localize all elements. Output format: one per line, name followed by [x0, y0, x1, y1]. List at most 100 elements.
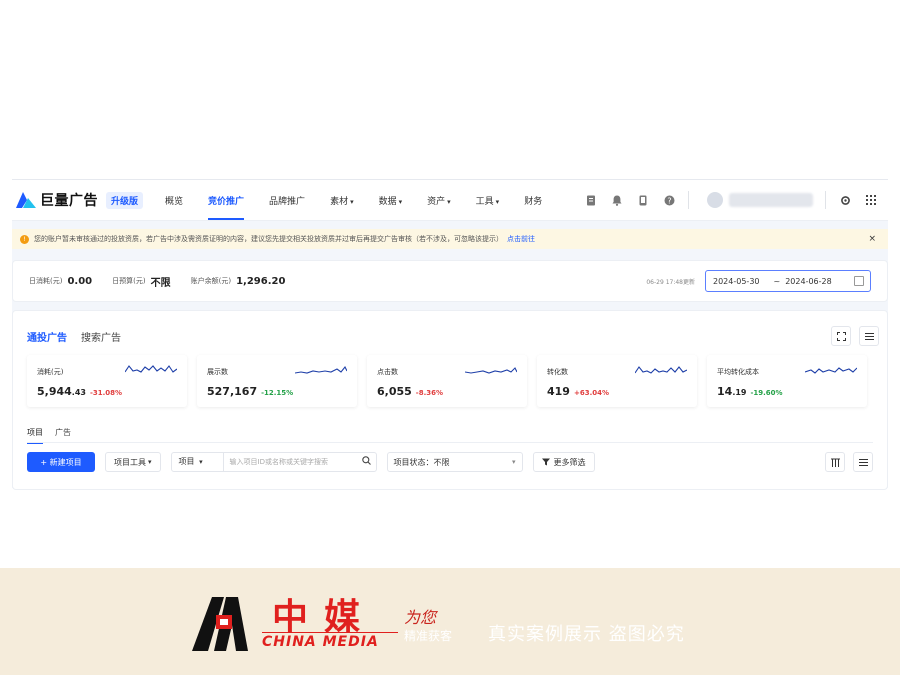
metric-value-decimal: .19 — [732, 388, 747, 397]
brand-name: 巨量广告 — [40, 193, 98, 209]
metric-card-spend[interactable]: 消耗(元) 5,944.43 -31.08% — [27, 355, 187, 407]
logo-icon — [16, 192, 36, 208]
metric-cards: 消耗(元) 5,944.43 -31.08% 展示数 527,167 -12.15%… — [27, 355, 877, 407]
balance-value: 1,296.20 — [236, 275, 286, 287]
metric-card-conversions[interactable]: 转化数 419 +63.04% — [537, 355, 697, 407]
nav-label: 工具 — [475, 196, 494, 207]
metric-settings-icon[interactable] — [859, 326, 879, 346]
search-icon[interactable] — [361, 456, 376, 468]
metric-card-clicks[interactable]: 点击数 6,055 -8.36% — [367, 355, 527, 407]
close-icon[interactable]: × — [868, 234, 876, 244]
select-value: 项目 — [178, 457, 195, 466]
metric-label: 消耗(元) — [37, 368, 64, 376]
watermark-banner: 中媒 CHINA MEDIA 为您 精准获客 真实案例展示 盗图必究 — [0, 568, 900, 675]
ad-platform-window: 巨量广告 升级版 概览 竞价推广 品牌推广 素材 ▾ 数据 ▾ 资产 ▾ 工具 ▾ 财务… — [12, 179, 888, 490]
date-separator: ~ — [773, 276, 781, 286]
notice-link[interactable]: 点击前往 — [507, 234, 535, 244]
nav-bidding-promotion[interactable]: 竞价推广 — [208, 194, 245, 220]
date-end: 2024-06-28 — [785, 276, 832, 286]
sparkline — [125, 365, 177, 373]
nav-materials[interactable]: 素材 ▾ — [330, 194, 354, 207]
account-summary-bar: 日消耗(元) 0.00 日预算(元) 不限 账户余额(元) 1,296.20 06-2… — [12, 260, 888, 302]
nav-assets[interactable]: 资产 ▾ — [427, 194, 451, 207]
metric-value: 527,167 -12.15% — [207, 385, 293, 398]
brand-logo[interactable]: 巨量广告 升级版 — [16, 190, 144, 210]
metric-value: 6,055 -8.36% — [377, 385, 443, 398]
metric-value-decimal: .43 — [71, 388, 86, 397]
metric-change: +63.04% — [573, 389, 609, 397]
watermark-tagline: 真实案例展示 盗图必究 — [488, 624, 685, 645]
divider — [27, 442, 873, 443]
warning-icon: ! — [20, 234, 29, 244]
chevron-down-icon: ▾ — [199, 458, 203, 466]
caret-down-icon: ▾ — [495, 197, 500, 206]
nav-label: 竞价推广 — [208, 196, 245, 207]
metric-value: 419 +63.04% — [547, 385, 609, 398]
nav-label: 素材 — [330, 196, 349, 207]
metric-card-impressions[interactable]: 展示数 527,167 -12.15% — [197, 355, 357, 407]
metric-value-main: 419 — [547, 385, 570, 398]
tab-search-ads[interactable]: 搜索广告 — [81, 329, 121, 344]
nav-label: 数据 — [378, 196, 397, 207]
settings-icon[interactable] — [838, 193, 852, 207]
watermark-en: CHINA MEDIA — [262, 634, 379, 650]
chevron-down-icon: ▾ — [512, 458, 516, 466]
grid-icon[interactable] — [864, 193, 878, 207]
caret-down-icon: ▾ — [398, 197, 403, 206]
metric-change: -31.08% — [89, 389, 123, 397]
balance-label: 账户余额(元) — [190, 277, 232, 285]
nav-label: 资产 — [427, 196, 446, 207]
metric-value-main: 5,944 — [37, 385, 72, 398]
sparkline — [805, 367, 857, 374]
nav-tools[interactable]: 工具 ▾ — [476, 194, 500, 207]
nav-brand-promotion[interactable]: 品牌推广 — [269, 194, 305, 207]
date-start: 2024-05-30 — [713, 276, 760, 286]
search-input[interactable]: 输入项目ID或名称或关键字搜索 — [224, 457, 362, 467]
columns-icon[interactable] — [825, 452, 845, 472]
project-tools-dropdown[interactable]: 项目工具 ▾ — [105, 452, 161, 472]
filter-icon — [541, 458, 550, 466]
divider — [688, 191, 689, 209]
metric-change: -19.60% — [750, 389, 783, 397]
avatar[interactable] — [707, 192, 723, 208]
nav-data[interactable]: 数据 ▾ — [379, 194, 403, 207]
list-settings-icon[interactable] — [853, 452, 873, 472]
help-icon[interactable]: ? — [662, 193, 676, 207]
project-toolbar: + 新建项目 项目工具 ▾ 项目 ▾ 输入项目ID或名称或关键字搜索 项目状态： … — [27, 452, 873, 472]
metric-label: 转化数 — [547, 368, 568, 376]
nav-label: 品牌推广 — [269, 196, 306, 207]
sparkline — [635, 366, 687, 374]
daily-budget-value[interactable]: 不限 — [151, 274, 171, 289]
filter-value: 不限 — [433, 457, 450, 467]
sparkline — [465, 367, 517, 374]
caret-down-icon: ▾ — [350, 197, 354, 206]
nav-finance[interactable]: 财务 — [524, 194, 542, 207]
button-label: 更多筛选 — [553, 457, 586, 467]
date-range-picker[interactable]: 2024-05-30 ~ 2024-06-28 — [705, 270, 871, 292]
search-scope-select[interactable]: 项目 ▾ — [172, 453, 224, 471]
project-status-filter[interactable]: 项目状态： 不限 ▾ — [386, 452, 523, 472]
nav-label: 概览 — [165, 196, 184, 207]
dropdown-label: 项目工具 — [114, 457, 146, 467]
metric-card-avg-cost[interactable]: 平均转化成本 14.19 -19.60% — [707, 355, 867, 407]
qualification-notice: ! 您的账户暂未审核通过的投放资质，若广告中涉及需资质证明的内容，建议您先提交相… — [12, 229, 888, 249]
metric-change: -8.36% — [415, 389, 443, 397]
username-redacted[interactable] — [729, 193, 813, 207]
calendar-icon — [854, 276, 864, 286]
daily-spend-label: 日消耗(元) — [29, 277, 63, 285]
divider — [262, 632, 398, 633]
metric-label: 点击数 — [377, 368, 398, 376]
more-filters-button[interactable]: 更多筛选 — [532, 452, 595, 472]
phone-icon[interactable] — [636, 193, 650, 207]
new-project-button[interactable]: + 新建项目 — [27, 452, 95, 472]
watermark-slogan-2: 精准获客 — [404, 629, 453, 643]
tab-general-ads[interactable]: 通投广告 — [27, 329, 67, 344]
bell-icon[interactable] — [610, 193, 624, 207]
notice-text: 您的账户暂未审核通过的投放资质，若广告中涉及需资质证明的内容，建议您先提交相关投… — [34, 235, 503, 243]
metric-label: 平均转化成本 — [717, 368, 759, 376]
upgrade-badge[interactable]: 升级版 — [106, 191, 144, 209]
nav-label: 财务 — [524, 196, 543, 207]
document-icon[interactable] — [584, 193, 598, 207]
nav-overview[interactable]: 概览 — [165, 194, 183, 207]
fullscreen-icon[interactable] — [831, 326, 851, 346]
